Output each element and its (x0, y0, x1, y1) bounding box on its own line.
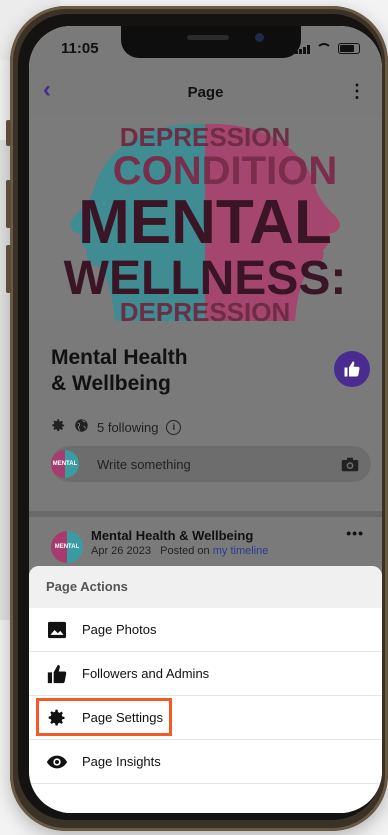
eye-icon (46, 751, 68, 773)
post-posted-on: Posted on (160, 545, 210, 557)
following-count[interactable]: 5 following (97, 420, 158, 435)
post-composer[interactable]: MENTAL Write something (51, 446, 371, 482)
avatar[interactable]: MENTAL (51, 531, 83, 563)
action-page-photos[interactable]: Page Photos (29, 608, 382, 652)
phone-side-button (6, 120, 11, 146)
cover-artwork: DEPRESSION CONDITION MENTAL WELLNESS: DE… (29, 116, 382, 321)
composer-placeholder[interactable]: Write something (97, 457, 191, 472)
phone-screen: 11:05 ‹ Page ⋮ DEPRESSION CONDITION MENT… (29, 26, 382, 813)
post-meta: Apr 26 2023 Posted on my timeline (91, 545, 268, 557)
battery-icon (338, 43, 360, 54)
cover-word-top: DEPRESSION (120, 122, 291, 152)
action-label: Page Photos (82, 622, 157, 637)
action-followers-admins[interactable]: Followers and Admins (29, 652, 382, 696)
page-info: Mental Health & Wellbeing 5 following i … (29, 321, 382, 511)
page-name: Mental Health & Wellbeing (51, 346, 188, 395)
thumbs-up-icon (344, 361, 360, 377)
highlight-box (36, 698, 172, 736)
phone-side-button (6, 180, 11, 228)
camera-icon[interactable] (341, 457, 359, 472)
cover-word-main: MENTAL (78, 188, 332, 257)
page-meta-row: 5 following i (51, 418, 182, 436)
wifi-icon (316, 43, 332, 54)
sheet-title: Page Actions (29, 566, 382, 608)
status-icons (295, 43, 360, 54)
avatar: MENTAL (51, 450, 79, 478)
thumbs-up-icon (46, 663, 68, 685)
like-button[interactable] (334, 351, 370, 387)
page-actions-sheet: Page Actions Page Photos Followers and A… (29, 566, 382, 813)
more-options-icon[interactable]: ⋮ (348, 82, 366, 100)
action-page-settings[interactable]: Page Settings (29, 696, 382, 740)
post-author[interactable]: Mental Health & Wellbeing (91, 528, 253, 543)
cover-word-bottom: DEPRESSION (120, 297, 291, 321)
status-time: 11:05 (61, 40, 99, 57)
front-camera (255, 33, 264, 42)
post-date: Apr 26 2023 (91, 545, 151, 557)
action-page-insights[interactable]: Page Insights (29, 740, 382, 784)
cover-word-middle: CONDITION (113, 149, 337, 193)
action-label: Page Insights (82, 754, 161, 769)
gear-icon[interactable] (51, 418, 66, 436)
post-location-link[interactable]: my timeline (213, 545, 269, 557)
image-icon (46, 619, 68, 641)
action-label: Followers and Admins (82, 666, 210, 681)
post-more-icon[interactable]: ••• (346, 525, 364, 541)
app-header: ‹ Page ⋮ (29, 68, 382, 116)
phone-side-button (6, 245, 11, 293)
globe-icon (74, 418, 89, 436)
page-title: Page (187, 84, 224, 101)
speaker-grille (187, 35, 229, 40)
phone-notch (121, 26, 301, 58)
info-icon[interactable]: i (166, 419, 182, 435)
cover-image: DEPRESSION CONDITION MENTAL WELLNESS: DE… (29, 116, 382, 321)
